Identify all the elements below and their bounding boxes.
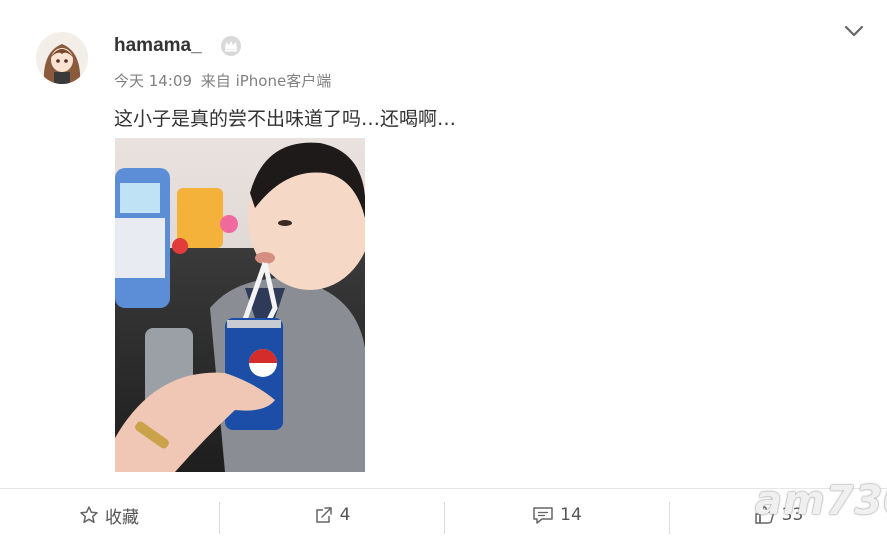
avatar-illustration	[36, 32, 88, 84]
watermark-logo: am730	[755, 478, 887, 524]
member-crown-icon[interactable]	[220, 35, 242, 57]
chevron-down-icon[interactable]	[843, 22, 865, 40]
repost-count: 4	[339, 505, 351, 525]
source-link[interactable]: iPhone客户端	[236, 72, 332, 90]
username[interactable]: hamama_	[114, 35, 202, 57]
comment-bubble-icon	[533, 507, 553, 524]
comment-button[interactable]: 14	[445, 490, 669, 540]
comment-count: 14	[560, 505, 582, 525]
source-prefix: 来自	[200, 72, 231, 90]
post-photo-illustration	[115, 138, 365, 472]
repost-button[interactable]: 4	[220, 490, 444, 540]
favorite-button[interactable]: 收藏	[0, 490, 218, 540]
repost-arrow-icon	[315, 507, 332, 523]
action-bar-divider	[0, 488, 887, 489]
avatar[interactable]	[36, 32, 88, 84]
star-icon	[80, 506, 98, 524]
post-time[interactable]: 今天 14:09	[114, 72, 192, 90]
post-text: 这小子是真的尝不出味道了吗…还喝啊…	[114, 108, 457, 130]
favorite-label: 收藏	[105, 507, 139, 528]
post-image[interactable]	[115, 138, 365, 472]
post-meta: 今天 14:09 来自 iPhone客户端	[114, 70, 331, 91]
